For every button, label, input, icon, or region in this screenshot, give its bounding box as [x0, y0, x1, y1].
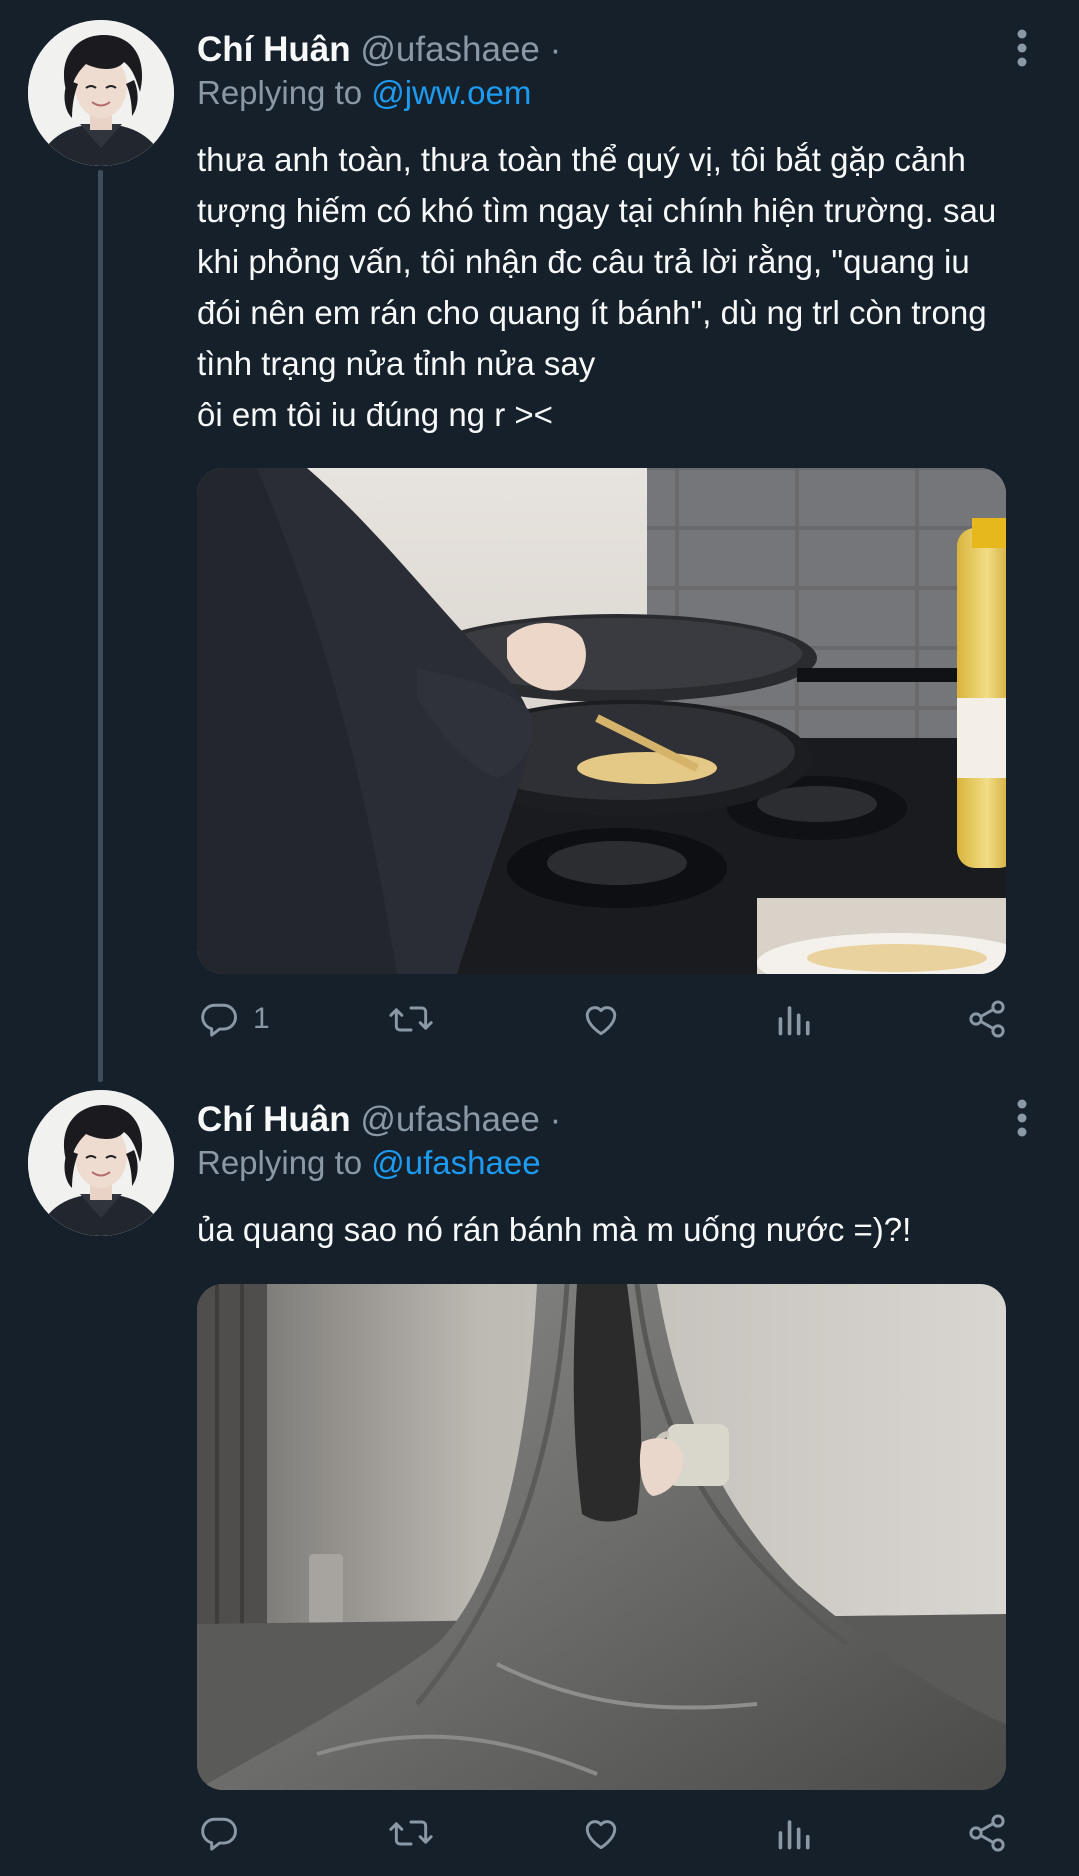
tweet-media-photo[interactable] [197, 468, 1006, 974]
tweet-1[interactable]: Chí Huân @ufashaee · Replying to @jww.oe… [0, 0, 1079, 1082]
share-button[interactable] [965, 994, 1009, 1044]
replying-to: Replying to @ufashaee [197, 1142, 541, 1184]
author-avatar[interactable] [28, 20, 174, 166]
tweet-actions [197, 1808, 1017, 1858]
tweet-actions: 1 [197, 994, 1017, 1044]
more-options-icon [1017, 1099, 1027, 1137]
tweet-text-line: thưa anh toàn, thưa toàn thể quý vị, tôi… [197, 141, 966, 178]
author-name[interactable]: Chí Huân [197, 30, 351, 69]
share-button[interactable] [965, 1808, 1009, 1858]
tweet-text: ủa quang sao nó rán bánh mà m uống nước … [197, 1204, 1057, 1255]
thread-connector-line [98, 170, 103, 1082]
tweet-header: Chí Huân @ufashaee · [197, 28, 561, 72]
tweet-text-line: ủa quang sao nó rán bánh mà m uống nước … [197, 1211, 912, 1248]
more-options-button[interactable] [1010, 1098, 1034, 1138]
header-separator: · [549, 1100, 562, 1139]
replying-to-label: Replying to [197, 74, 363, 111]
tweet-text-line: tình trạng nửa tỉnh nửa say [197, 345, 596, 382]
tweet-text-line: khi phỏng vấn, tôi nhận đc câu trả lời r… [197, 243, 970, 280]
reply-count: 1 [253, 1002, 270, 1035]
share-icon [969, 1814, 1005, 1852]
retweet-button[interactable] [387, 994, 447, 1044]
replying-to-label: Replying to [197, 1144, 363, 1181]
reply-icon [201, 1003, 237, 1037]
author-handle[interactable]: @ufashaee [360, 30, 540, 69]
tweet-text-line: đói nên em rán cho quang ít bánh", dù ng… [197, 294, 987, 331]
replying-to: Replying to @jww.oem [197, 72, 531, 114]
like-icon [585, 1006, 617, 1036]
tweet-2[interactable]: Chí Huân @ufashaee · Replying to @ufasha… [0, 1080, 1079, 1876]
views-button[interactable] [775, 994, 815, 1044]
tweet-text-line: tượng hiếm có khó tìm ngay tại chính hiệ… [197, 192, 997, 229]
retweet-icon [389, 1820, 433, 1846]
replying-to-mention[interactable]: @jww.oem [371, 74, 531, 111]
like-button[interactable] [579, 1808, 635, 1858]
tweet-header: Chí Huân @ufashaee · [197, 1098, 561, 1142]
views-button[interactable] [775, 1808, 815, 1858]
like-icon [585, 1820, 617, 1850]
tweet-text-line: ôi em tôi iu đúng ng r >< [197, 396, 553, 433]
author-handle[interactable]: @ufashaee [360, 1100, 540, 1139]
more-options-button[interactable] [1010, 28, 1034, 68]
blanket-mug-photo [197, 1284, 1006, 1790]
reply-button[interactable] [197, 1808, 253, 1858]
views-icon [778, 1820, 810, 1850]
avatar-image [28, 20, 174, 166]
retweet-icon [389, 1006, 433, 1032]
like-button[interactable] [579, 994, 635, 1044]
reply-button[interactable]: 1 [197, 994, 270, 1044]
tweet-text: thưa anh toàn, thưa toàn thể quý vị, tôi… [197, 134, 1057, 440]
author-avatar[interactable] [28, 1090, 174, 1236]
more-options-icon [1017, 29, 1027, 67]
header-separator: · [549, 30, 562, 69]
reply-icon [201, 1817, 237, 1851]
share-icon [969, 1000, 1005, 1038]
author-name[interactable]: Chí Huân [197, 1100, 351, 1139]
avatar-image [28, 1090, 174, 1236]
views-icon [778, 1006, 810, 1036]
tweet-media-photo[interactable] [197, 1284, 1006, 1790]
replying-to-mention[interactable]: @ufashaee [371, 1144, 540, 1181]
cooking-photo [197, 468, 1006, 974]
retweet-button[interactable] [387, 1808, 447, 1858]
